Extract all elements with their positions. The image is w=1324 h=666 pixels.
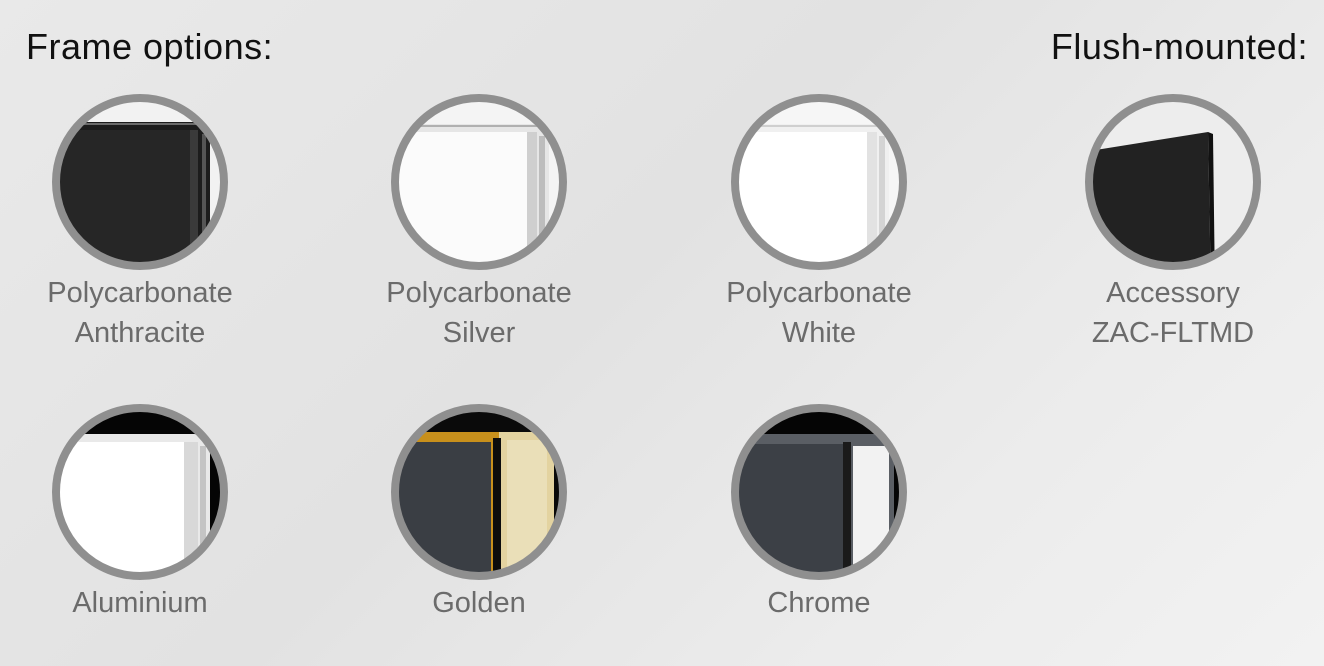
option-accessory-flush-mount[interactable]: Accessory ZAC-FLTMD	[1053, 92, 1293, 353]
silver-frame-icon	[391, 94, 567, 270]
flush-mounted-heading: Flush-mounted:	[1050, 26, 1308, 67]
option-label-line1: Accessory	[1106, 277, 1240, 309]
white-frame-icon	[731, 94, 907, 270]
option-polycarbonate-anthracite[interactable]: Polycarbonate Anthracite	[20, 92, 260, 353]
aluminium-frame-icon	[52, 404, 228, 580]
option-polycarbonate-silver[interactable]: Polycarbonate Silver	[359, 92, 599, 353]
flush-mount-icon	[1085, 94, 1261, 270]
option-label-line2: White	[781, 317, 857, 349]
chrome-frame-icon	[731, 404, 907, 580]
option-chrome[interactable]: Chrome	[699, 402, 939, 623]
golden-frame-icon	[391, 404, 567, 580]
option-label-line1: Polycarbonate	[386, 277, 572, 309]
frame-options-heading: Frame options:	[26, 26, 274, 67]
option-label-line1: Polycarbonate	[47, 277, 233, 309]
option-label: Chrome	[767, 587, 871, 619]
option-aluminium[interactable]: Aluminium	[20, 402, 260, 623]
option-golden[interactable]: Golden	[359, 402, 599, 623]
anthracite-frame-icon	[52, 94, 228, 270]
option-label: Golden	[432, 587, 526, 619]
option-label-line1: Polycarbonate	[726, 277, 912, 309]
option-label-line2: ZAC-FLTMD	[1091, 317, 1255, 349]
option-label-line2: Silver	[442, 317, 516, 349]
option-polycarbonate-white[interactable]: Polycarbonate White	[699, 92, 939, 353]
option-label: Aluminium	[72, 587, 208, 619]
option-label-line2: Anthracite	[74, 317, 206, 349]
